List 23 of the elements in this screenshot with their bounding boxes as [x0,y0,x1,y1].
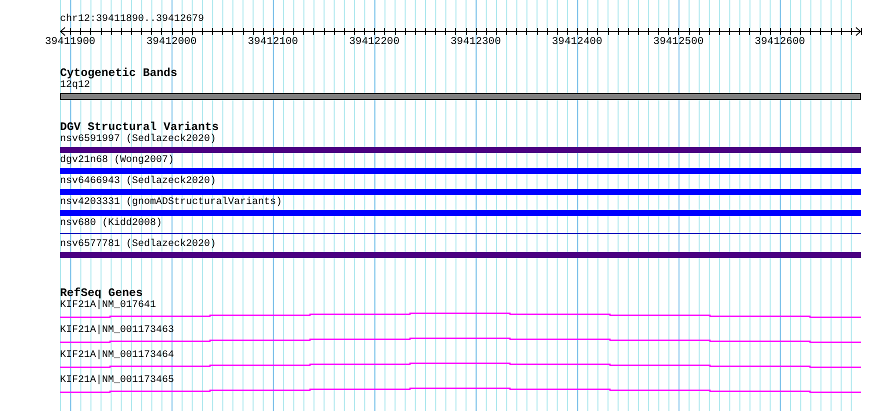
band-label: 12q12 [60,80,90,92]
transcript-label: KIF21A|NM_001173464 [60,350,174,362]
tick-label: 39412300 [450,36,501,48]
tick-label: 39412000 [146,36,197,48]
variant-label: nsv6466943 (Sedlazeck2020) [60,176,216,188]
tick-label: 39412600 [754,36,806,48]
transcript-label: KIF21A|NM_017641 [60,300,156,312]
variant-label: nsv6577781 (Sedlazeck2020) [60,239,216,251]
track-title: RefSeq Genes [60,288,143,300]
tick-label: 39412400 [552,36,602,48]
tick-label: 39412200 [349,36,400,48]
tick-label: 39411900 [44,36,96,48]
track-title: Cytogenetic Bands [60,68,178,80]
tick-label: 39412100 [248,36,298,48]
location-label: chr12:39411890..39412679 [60,12,206,26]
tick-label: 39412500 [653,36,704,48]
variant-label: nsv6591997 (Sedlazeck2020) [60,134,216,146]
variant-label: nsv4203331 (gnomADStructuralVariants) [60,197,282,209]
variant-label: dgv21n68 (Wong2007) [60,155,174,167]
variant-label: nsv680 (Kidd2008) [60,218,162,230]
transcript-label: KIF21A|NM_001173463 [60,325,174,337]
transcript-label: KIF21A|NM_001173465 [60,375,174,387]
track-title: DGV Structural Variants [60,122,219,134]
